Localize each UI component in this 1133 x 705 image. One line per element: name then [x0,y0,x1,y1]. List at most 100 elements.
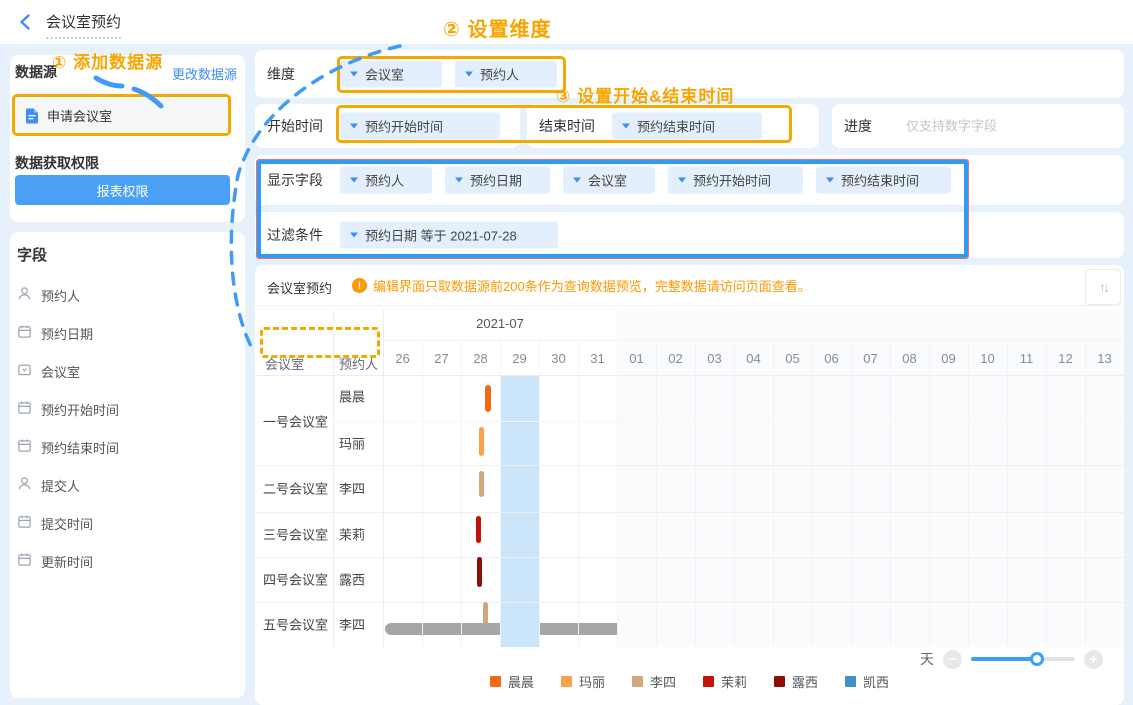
divider [255,305,1124,306]
dimension-tag[interactable]: 会议室 [340,61,442,88]
date-header: 13 [1085,351,1124,366]
chevron-down-icon [573,178,581,183]
tag-label: 预约结束时间 [637,117,715,136]
date-header: 06 [812,351,851,366]
today-highlight-column [500,375,539,647]
legend-label: 玛丽 [579,672,605,691]
preview-notice: ! 编辑界面只取数据源前200条作为查询数据预览，完整数据请访问页面查看。 [352,276,811,295]
legend-swatch [490,676,501,687]
row-divider [255,557,1124,558]
field-item[interactable]: 预约人 [17,276,237,314]
date-header: 31 [578,351,617,366]
gantt-bar[interactable] [479,427,484,456]
tag-label: 预约开始时间 [365,117,443,136]
field-item-label: 提交时间 [41,514,93,533]
field-item[interactable]: 提交时间 [17,504,237,542]
top-header: 会议室预约 [0,0,1133,44]
report-permission-button[interactable]: 报表权限 [15,175,230,205]
document-icon [25,108,39,124]
grid-line [1085,340,1086,647]
field-item-label: 预约开始时间 [41,400,119,419]
datasource-item[interactable]: 申请会议室 [16,99,227,132]
filter-condition-tag[interactable]: 预约日期 等于 2021-07-28 [340,222,558,249]
display-field-tag[interactable]: 预约开始时间 [668,167,803,194]
gantt-bar[interactable] [477,557,482,587]
grid-line [734,340,735,647]
grid-line [578,340,579,647]
legend-item[interactable]: 凯西 [845,672,889,691]
calendar-icon [17,400,32,418]
gantt-bar[interactable] [479,471,484,497]
date-header: 08 [890,351,929,366]
display-field-tag[interactable]: 预约结束时间 [816,167,951,194]
page: 会议室预约 数据源 更改数据源 申请会议室 数据获取权限 报表权限 字段 预约人… [0,0,1133,705]
field-item-label: 预约日期 [41,324,93,343]
end-time-label: 结束时间 [539,116,595,136]
display-field-tag[interactable]: 预约人 [340,167,432,194]
grid-line [1046,340,1047,647]
legend-item[interactable]: 露西 [774,672,818,691]
zoom-out-button[interactable]: − [943,650,962,669]
calendar-icon [17,324,32,342]
sort-button[interactable]: ↑↓ [1085,269,1121,305]
chevron-down-icon [350,72,358,77]
row-divider [255,465,1124,466]
zoom-slider-track[interactable] [971,657,1075,661]
person-label: 李四 [339,615,365,634]
progress-input[interactable] [904,118,1098,135]
field-item-label: 预约结束时间 [41,438,119,457]
room-label: 五号会议室 [263,615,328,634]
chevron-down-icon [455,178,463,183]
grid-line [890,340,891,647]
display-field-tag[interactable]: 预约日期 [445,167,550,194]
grid-line [773,340,774,647]
date-header: 07 [851,351,890,366]
calendar-icon [17,514,32,532]
gantt-bar[interactable] [485,385,491,412]
date-header: 30 [539,351,578,366]
tag-label: 预约日期 等于 2021-07-28 [365,226,517,245]
zoom-in-button[interactable]: + [1084,650,1103,669]
annotation-step3: ③ 设置开始&结束时间 [556,82,734,107]
datasource-label: 数据源 [15,62,57,82]
field-item[interactable]: 提交人 [17,466,237,504]
date-header: 09 [929,351,968,366]
tag-label: 预约结束时间 [841,171,919,190]
tag-label: 预约人 [365,171,404,190]
tag-label: 预约人 [480,65,519,84]
annotation-step1: ① 添加数据源 [52,48,163,73]
display-fields-label: 显示字段 [267,170,323,190]
legend-item[interactable]: 茉莉 [703,672,747,691]
display-field-tag[interactable]: 会议室 [563,167,655,194]
legend-item[interactable]: 玛丽 [561,672,605,691]
end-time-card: 结束时间 预约结束时间 [527,104,819,148]
room-label: 三号会议室 [263,525,328,544]
permission-label: 数据获取权限 [15,153,99,173]
person-label: 晨晨 [339,387,365,406]
column-header-person: 预约人 [339,354,378,373]
datasource-panel: 数据源 更改数据源 申请会议室 数据获取权限 报表权限 [10,55,245,222]
end-time-tag[interactable]: 预约结束时间 [612,113,762,140]
grid-line [812,340,813,647]
legend-swatch [632,676,643,687]
field-item[interactable]: 预约结束时间 [17,428,237,466]
gantt-bar[interactable] [483,602,488,625]
room-label: 二号会议室 [263,479,328,498]
back-icon[interactable] [16,12,36,32]
change-datasource-link[interactable]: 更改数据源 [172,64,237,83]
field-item[interactable]: 预约开始时间 [17,390,237,428]
date-header: 01 [617,351,656,366]
filter-tag-wrap: 预约日期 等于 2021-07-28 [340,222,558,249]
field-item[interactable]: 会议室 [17,352,237,390]
legend-item[interactable]: 李四 [632,672,676,691]
start-time-tag[interactable]: 预约开始时间 [340,113,500,140]
gantt-bar[interactable] [476,516,481,543]
legend-item[interactable]: 晨晨 [490,672,534,691]
dimension-tag[interactable]: 预约人 [455,61,557,88]
field-item[interactable]: 更新时间 [17,542,237,580]
date-header: 10 [968,351,1007,366]
date-header: 29 [500,351,539,366]
grid-line [539,340,540,647]
field-item[interactable]: 预约日期 [17,314,237,352]
zoom-slider-handle[interactable] [1030,652,1044,666]
